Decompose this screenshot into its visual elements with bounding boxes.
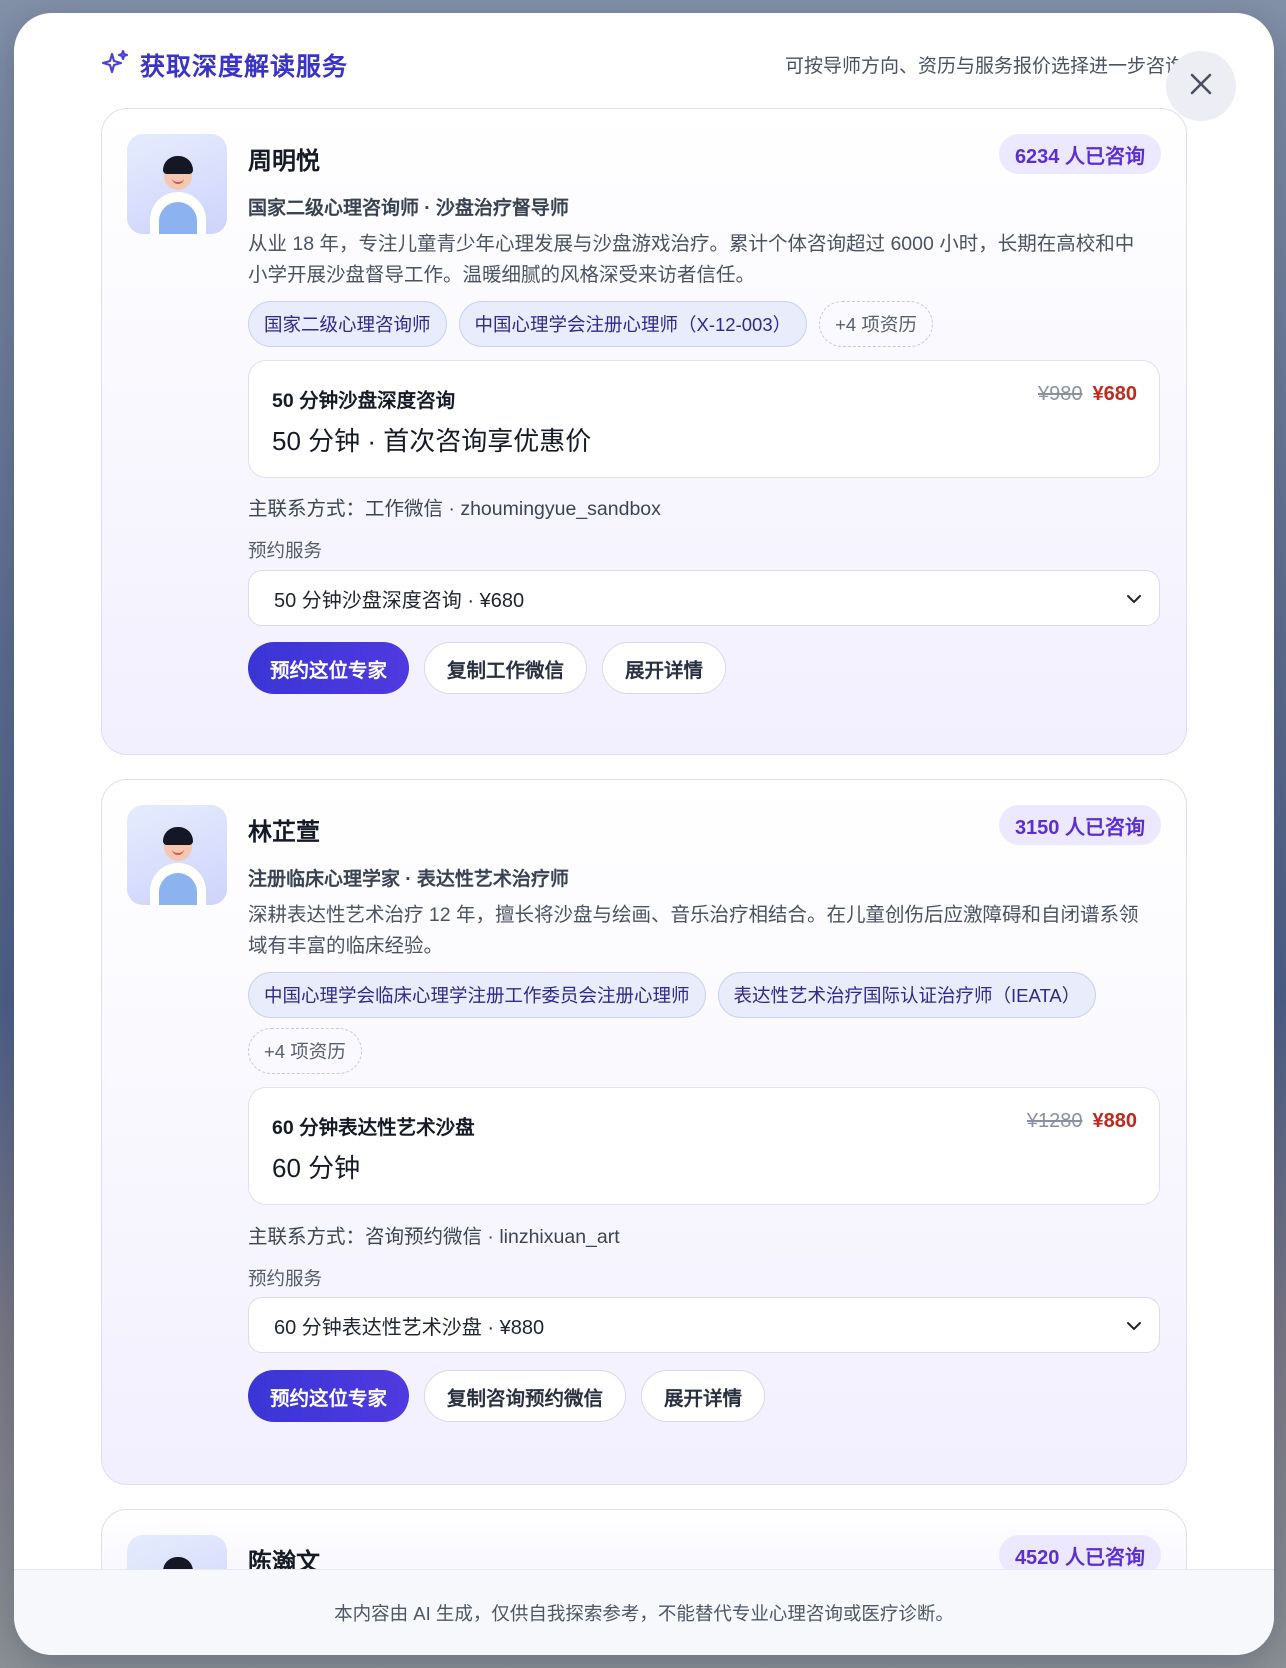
service-name: 60 分钟表达性艺术沙盘 <box>272 1117 475 1139</box>
expert-card: 周明悦 6234 人已咨询 国家二级心理咨询师 · 沙盘治疗督导师 从业 18 … <box>101 108 1187 755</box>
expert-name: 周明悦 <box>248 148 320 175</box>
expert-description: 从业 18 年，专注儿童青少年心理发展与沙盘游戏治疗。累计个体咨询超过 6000… <box>248 233 1135 286</box>
original-price: ¥1280 <box>1026 1110 1083 1132</box>
sparkles-icon <box>100 48 130 83</box>
service-subtitle: 60 分钟 <box>272 1153 361 1183</box>
service-offer: 50 分钟沙盘深度咨询 50 分钟 · 首次咨询享优惠价 ¥980 ¥680 <box>248 360 1160 478</box>
service-price: ¥980 ¥680 <box>1038 383 1137 406</box>
credential-tag: 中国心理学会注册心理师（X-12-003） <box>458 301 808 347</box>
service-price: ¥1280 ¥880 <box>1027 1110 1137 1133</box>
expert-name: 林芷萱 <box>248 819 320 846</box>
credential-tag: 表达性艺术治疗国际认证治疗师（IEATA） <box>717 972 1097 1018</box>
close-icon <box>1187 70 1215 103</box>
chevron-down-icon <box>1127 1322 1141 1331</box>
credential-tags: 中国心理学会临床心理学注册工作委员会注册心理师 表达性艺术治疗国际认证治疗师（I… <box>248 972 1148 1074</box>
expert-role: 国家二级心理咨询师 · 沙盘治疗督导师 <box>248 198 569 219</box>
book-service-label: 预约服务 <box>248 540 323 561</box>
avatar <box>127 805 227 905</box>
service-offer: 60 分钟表达性艺术沙盘 60 分钟 ¥1280 ¥880 <box>248 1087 1160 1205</box>
service-subtitle: 50 分钟 · 首次咨询享优惠价 <box>272 426 592 456</box>
ai-disclaimer-footer: 本内容由 AI 生成，仅供自我探索参考，不能替代专业心理咨询或医疗诊断。 <box>14 1569 1274 1655</box>
contact-info: 主联系方式：咨询预约微信 · linzhixuan_art <box>248 1226 620 1248</box>
avatar <box>127 134 227 234</box>
page-subtitle: 可按导师方向、资历与服务报价选择进一步咨询 <box>784 56 1184 77</box>
copy-wechat-button[interactable]: 复制工作微信 <box>424 642 588 694</box>
chevron-down-icon <box>1127 595 1141 604</box>
consult-count-badge: 6234 人已咨询 <box>998 134 1161 174</box>
expert-role: 注册临床心理学家 · 表达性艺术治疗师 <box>248 869 569 890</box>
more-credentials-tag[interactable]: +4 项资历 <box>248 1028 362 1074</box>
credential-tag: 国家二级心理咨询师 <box>248 301 447 347</box>
book-expert-button[interactable]: 预约这位专家 <box>248 642 410 694</box>
credential-tag: 中国心理学会临床心理学注册工作委员会注册心理师 <box>248 972 706 1018</box>
more-credentials-tag[interactable]: +4 项资历 <box>819 301 933 347</box>
service-select[interactable]: 50 分钟沙盘深度咨询 · ¥680 <box>248 570 1160 626</box>
service-select[interactable]: 60 分钟表达性艺术沙盘 · ¥880 <box>248 1297 1160 1353</box>
disclaimer-text: 本内容由 AI 生成，仅供自我探索参考，不能替代专业心理咨询或医疗诊断。 <box>334 1602 954 1624</box>
book-service-label: 预约服务 <box>248 1268 323 1289</box>
card-actions: 预约这位专家 复制咨询预约微信 展开详情 <box>248 1370 766 1422</box>
discount-price: ¥680 <box>1092 383 1138 405</box>
expert-list: 周明悦 6234 人已咨询 国家二级心理咨询师 · 沙盘治疗督导师 从业 18 … <box>101 108 1187 1653</box>
selected-service: 50 分钟沙盘深度咨询 · ¥680 <box>274 589 525 612</box>
expert-card: 林芷萱 3150 人已咨询 注册临床心理学家 · 表达性艺术治疗师 深耕表达性艺… <box>101 779 1187 1485</box>
service-name: 50 分钟沙盘深度咨询 <box>272 390 456 412</box>
title-group: 获取深度解读服务 <box>100 47 348 83</box>
copy-wechat-button[interactable]: 复制咨询预约微信 <box>424 1370 627 1422</box>
credential-tags: 国家二级心理咨询师 中国心理学会注册心理师（X-12-003） +4 项资历 <box>248 301 1148 347</box>
card-actions: 预约这位专家 复制工作微信 展开详情 <box>248 642 727 694</box>
expand-details-button[interactable]: 展开详情 <box>602 642 727 694</box>
book-expert-button[interactable]: 预约这位专家 <box>248 1370 410 1422</box>
consult-count-badge: 3150 人已咨询 <box>998 805 1161 845</box>
modal-header: 获取深度解读服务 可按导师方向、资历与服务报价选择进一步咨询 <box>14 13 1274 121</box>
expert-description: 深耕表达性艺术治疗 12 年，擅长将沙盘与绘画、音乐治疗相结合。在儿童创伤后应激… <box>248 904 1139 957</box>
original-price: ¥980 <box>1038 383 1083 405</box>
service-modal: 获取深度解读服务 可按导师方向、资历与服务报价选择进一步咨询 周明悦 6234 … <box>14 13 1274 1655</box>
selected-service: 60 分钟表达性艺术沙盘 · ¥880 <box>274 1316 545 1339</box>
page-title: 获取深度解读服务 <box>140 53 349 81</box>
contact-info: 主联系方式：工作微信 · zhoumingyue_sandbox <box>248 498 661 520</box>
expand-details-button[interactable]: 展开详情 <box>641 1370 766 1422</box>
discount-price: ¥880 <box>1092 1110 1138 1132</box>
